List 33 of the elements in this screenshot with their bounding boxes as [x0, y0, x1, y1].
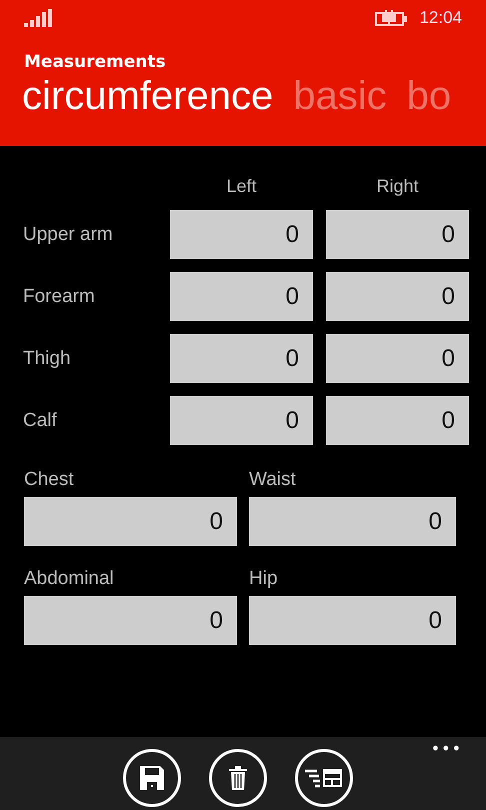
field-label: Calf [23, 410, 58, 432]
field-label: Waist [249, 469, 297, 491]
field-label: Chest [24, 469, 75, 491]
delete-icon [228, 765, 248, 791]
list-button[interactable] [295, 749, 353, 807]
input-field[interactable]: 0 [326, 334, 469, 383]
input-field[interactable]: 0 [170, 334, 313, 383]
signal-icon [24, 9, 54, 27]
clock-time: 12:04 [419, 8, 462, 28]
app-title: Measurements [24, 52, 167, 72]
input-field[interactable]: 0 [24, 497, 237, 546]
input-field[interactable]: 0 [170, 210, 313, 259]
column-header: Left [225, 176, 258, 197]
field-label: Thigh [23, 348, 72, 370]
field-label: Forearm [23, 286, 96, 308]
field-label: Upper arm [23, 224, 114, 246]
input-field[interactable]: 0 [249, 497, 456, 546]
delete-button[interactable] [209, 749, 267, 807]
pivot-tab[interactable]: circumference [22, 74, 274, 119]
save-button[interactable] [123, 749, 181, 807]
more-button[interactable]: ••• [430, 739, 462, 758]
input-field[interactable]: 0 [24, 596, 237, 645]
input-field[interactable]: 0 [170, 396, 313, 445]
input-field[interactable]: 0 [326, 272, 469, 321]
field-label: Abdominal [24, 568, 115, 590]
field-label: Hip [249, 568, 279, 590]
list-icon [305, 767, 343, 789]
input-field[interactable]: 0 [326, 396, 469, 445]
input-field[interactable]: 0 [170, 272, 313, 321]
battery-charging-icon [375, 10, 408, 26]
input-field[interactable]: 0 [326, 210, 469, 259]
column-header: Right [375, 176, 420, 197]
input-field[interactable]: 0 [249, 596, 456, 645]
